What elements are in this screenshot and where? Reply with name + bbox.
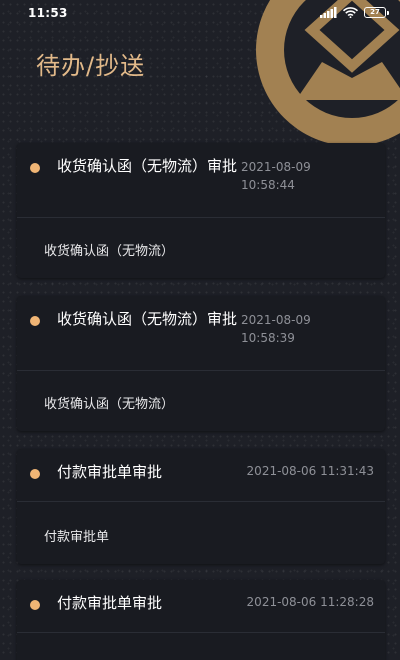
battery-level: 27	[370, 8, 380, 16]
todo-item-header: 收货确认函（无物流）审批 2021-08-09 10:58:44	[17, 143, 385, 218]
todo-item-body	[17, 633, 385, 660]
todo-item[interactable]: 收货确认函（无物流）审批 2021-08-09 10:58:44 收货确认函（无…	[17, 143, 385, 278]
todo-item-time: 2021-08-09 10:58:44	[241, 160, 311, 192]
todo-item-description: 收货确认函（无物流）	[44, 244, 175, 259]
todo-item-title: 付款审批单审批	[57, 463, 163, 481]
todo-item-header: 付款审批单审批 2021-08-06 11:31:43	[17, 449, 385, 502]
status-bar: 11:53 27	[0, 0, 400, 28]
page-title: 待办/抄送	[36, 52, 146, 80]
status-icons: 27	[320, 7, 389, 18]
wifi-icon	[343, 7, 358, 18]
todo-item-header: 收货确认函（无物流）审批 2021-08-09 10:58:39	[17, 296, 385, 371]
todo-item-title: 收货确认函（无物流）审批	[57, 310, 238, 328]
todo-item-body: 收货确认函（无物流）	[17, 218, 385, 278]
status-time: 11:53	[28, 6, 68, 20]
todo-item-title: 付款审批单审批	[57, 594, 163, 612]
todo-item-header: 付款审批单审批 2021-08-06 11:28:28	[17, 580, 385, 633]
todo-item[interactable]: 收货确认函（无物流）审批 2021-08-09 10:58:39 收货确认函（无…	[17, 296, 385, 431]
signal-bars-icon	[320, 7, 337, 18]
todo-item[interactable]: 付款审批单审批 2021-08-06 11:31:43 付款审批单	[17, 449, 385, 564]
todo-screen: 11:53 27 待办/抄送 收货确认函（无物流）审批 2021-08-09 1…	[0, 0, 400, 660]
todo-item-time: 2021-08-06 11:31:43	[246, 464, 374, 478]
todo-item-body: 收货确认函（无物流）	[17, 371, 385, 431]
todo-item-description: 收货确认函（无物流）	[44, 397, 175, 412]
todo-item-time: 2021-08-06 11:28:28	[246, 595, 374, 609]
todo-item-body: 付款审批单	[17, 502, 385, 564]
todo-item-title: 收货确认函（无物流）审批	[57, 157, 238, 175]
battery-icon: 27	[364, 7, 389, 18]
todo-item-description: 付款审批单	[44, 530, 110, 545]
todo-item-time: 2021-08-09 10:58:39	[241, 313, 311, 345]
todo-item[interactable]: 付款审批单审批 2021-08-06 11:28:28	[17, 580, 385, 660]
